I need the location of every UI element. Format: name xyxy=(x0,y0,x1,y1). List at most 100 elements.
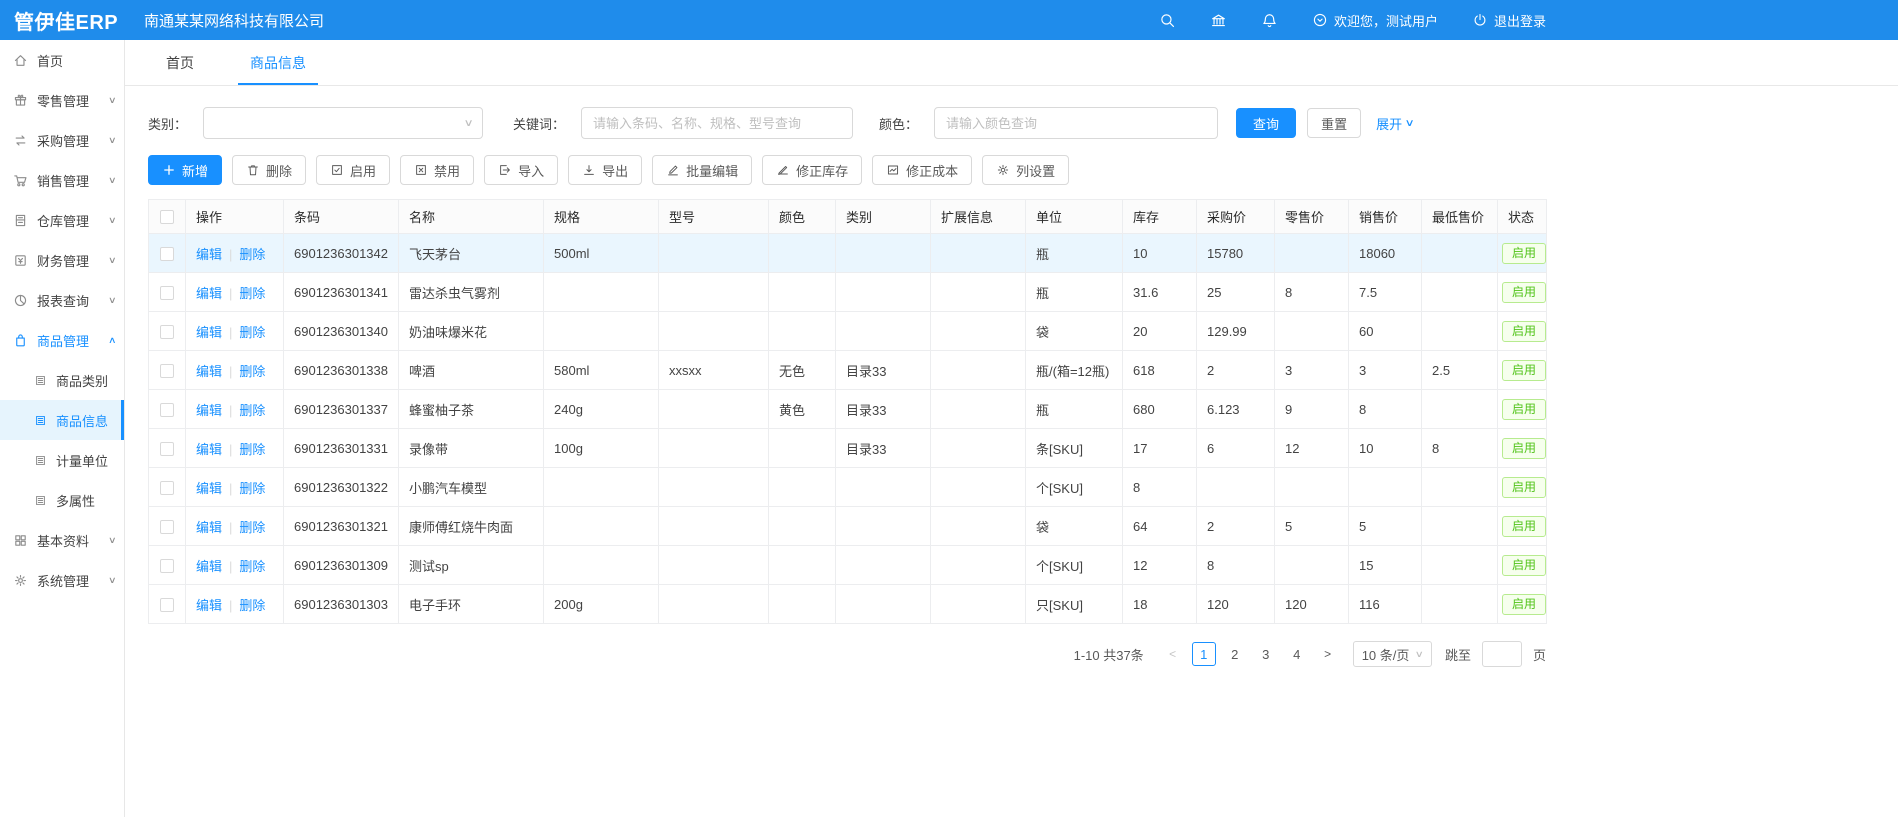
search-button[interactable]: 查询 xyxy=(1236,108,1296,138)
row-checkbox[interactable] xyxy=(160,481,174,495)
expand-link[interactable]: 展开 ∨ xyxy=(1376,114,1413,133)
edit-link[interactable]: 编辑 xyxy=(196,247,222,262)
user-menu[interactable]: 欢迎您，测试用户 xyxy=(1312,11,1438,30)
sidebar-item-label: 报表查询 xyxy=(37,291,89,310)
cell-unit: 瓶 xyxy=(1026,234,1123,273)
delete-link[interactable]: 删除 xyxy=(239,598,265,613)
delete-link[interactable]: 删除 xyxy=(239,442,265,457)
page-button-4[interactable]: 4 xyxy=(1285,642,1309,666)
delete-link[interactable]: 删除 xyxy=(239,520,265,535)
edit-link[interactable]: 编辑 xyxy=(196,364,222,379)
delete-link[interactable]: 删除 xyxy=(239,559,265,574)
category-select[interactable]: ∨ xyxy=(203,107,483,139)
sidebar-item-report[interactable]: 报表查询∨ xyxy=(0,280,124,320)
sidebar-item-label: 基本资料 xyxy=(37,531,89,550)
row-select-cell xyxy=(149,507,186,546)
sidebar-item-system[interactable]: 系统管理∨ xyxy=(0,560,124,600)
disable-button[interactable]: 禁用 xyxy=(400,155,474,185)
batch-edit-button[interactable]: 批量编辑 xyxy=(652,155,752,185)
edit-link[interactable]: 编辑 xyxy=(196,403,222,418)
delete-link[interactable]: 删除 xyxy=(239,403,265,418)
search-icon[interactable] xyxy=(1159,12,1176,29)
edit-link[interactable]: 编辑 xyxy=(196,598,222,613)
sidebar-item-label: 多属性 xyxy=(56,491,95,510)
edit-link[interactable]: 编辑 xyxy=(196,559,222,574)
basic-icon xyxy=(13,533,28,548)
delete-link[interactable]: 删除 xyxy=(239,286,265,301)
sidebar-item-basic-data[interactable]: 基本资料∨ xyxy=(0,520,124,560)
delete-link[interactable]: 删除 xyxy=(239,364,265,379)
edit-link[interactable]: 编辑 xyxy=(196,325,222,340)
cell-retail xyxy=(1275,234,1349,273)
sidebar-item-label: 计量单位 xyxy=(56,451,108,470)
delete-link[interactable]: 删除 xyxy=(239,247,265,262)
sidebar-item-product-info[interactable]: 商品信息 xyxy=(0,400,124,440)
button-label: 导入 xyxy=(518,161,544,180)
table-row: 编辑|删除6901236301340奶油味爆米花袋20129.9960启用 xyxy=(149,312,1547,351)
sidebar-item-unit[interactable]: 计量单位 xyxy=(0,440,124,480)
color-input[interactable] xyxy=(934,107,1218,139)
export-button[interactable]: 导出 xyxy=(568,155,642,185)
page-button-3[interactable]: 3 xyxy=(1254,642,1278,666)
fix-cost-button[interactable]: 修正成本 xyxy=(872,155,972,185)
next-page-button[interactable]: > xyxy=(1316,642,1340,666)
sidebar-item-product-category[interactable]: 商品类别 xyxy=(0,360,124,400)
sidebar-item-attributes[interactable]: 多属性 xyxy=(0,480,124,520)
delete-button[interactable]: 删除 xyxy=(232,155,306,185)
page-button-2[interactable]: 2 xyxy=(1223,642,1247,666)
cell-unit: 条[SKU] xyxy=(1026,429,1123,468)
row-actions: 编辑|删除 xyxy=(186,429,284,468)
delete-link[interactable]: 删除 xyxy=(239,325,265,340)
row-checkbox[interactable] xyxy=(160,286,174,300)
edit-link[interactable]: 编辑 xyxy=(196,520,222,535)
reset-button[interactable]: 重置 xyxy=(1307,108,1361,138)
button-label: 删除 xyxy=(266,161,292,180)
bank-icon[interactable] xyxy=(1210,12,1227,29)
cell-model xyxy=(659,312,769,351)
select-all-checkbox[interactable] xyxy=(160,210,174,224)
cell-ext xyxy=(931,351,1026,390)
enable-button[interactable]: 启用 xyxy=(316,155,390,185)
cell-spec: 100g xyxy=(544,429,659,468)
row-checkbox[interactable] xyxy=(160,403,174,417)
row-checkbox[interactable] xyxy=(160,442,174,456)
cell-color xyxy=(769,585,836,624)
column-header: 颜色 xyxy=(769,200,836,234)
edit-link[interactable]: 编辑 xyxy=(196,286,222,301)
sidebar-item-home[interactable]: 首页 xyxy=(0,40,124,80)
tab-label: 商品信息 xyxy=(250,53,306,73)
sidebar-item-product[interactable]: 商品管理∧ xyxy=(0,320,124,360)
table-row: 编辑|删除6901236301342飞天茅台500ml瓶101578018060… xyxy=(149,234,1547,273)
edit-link[interactable]: 编辑 xyxy=(196,481,222,496)
sidebar-item-retail[interactable]: 零售管理∨ xyxy=(0,80,124,120)
delete-link[interactable]: 删除 xyxy=(239,481,265,496)
fix-stock-button[interactable]: 修正库存 xyxy=(762,155,862,185)
page-button-1[interactable]: 1 xyxy=(1192,642,1216,666)
row-checkbox[interactable] xyxy=(160,247,174,261)
row-checkbox[interactable] xyxy=(160,325,174,339)
row-checkbox[interactable] xyxy=(160,520,174,534)
sidebar-item-warehouse[interactable]: 仓库管理∨ xyxy=(0,200,124,240)
logout-button[interactable]: 退出登录 xyxy=(1472,11,1546,30)
tab-product-info[interactable]: 商品信息 xyxy=(244,40,312,85)
page-size-select[interactable]: 10 条/页 ∨ xyxy=(1353,641,1432,667)
sidebar-item-finance[interactable]: 财务管理∨ xyxy=(0,240,124,280)
bell-icon[interactable] xyxy=(1261,12,1278,29)
import-button[interactable]: 导入 xyxy=(484,155,558,185)
row-checkbox[interactable] xyxy=(160,364,174,378)
sidebar-item-purchase[interactable]: 采购管理∨ xyxy=(0,120,124,160)
row-checkbox[interactable] xyxy=(160,559,174,573)
tab-home[interactable]: 首页 xyxy=(160,40,200,85)
cell-stock: 12 xyxy=(1123,546,1197,585)
cell-unit: 袋 xyxy=(1026,312,1123,351)
jump-page-input[interactable] xyxy=(1482,641,1522,667)
keyword-input[interactable] xyxy=(581,107,853,139)
edit-link[interactable]: 编辑 xyxy=(196,442,222,457)
column-set-button[interactable]: 列设置 xyxy=(982,155,1069,185)
row-checkbox[interactable] xyxy=(160,598,174,612)
cell-barcode: 6901236301340 xyxy=(284,312,399,351)
prev-page-button[interactable]: < xyxy=(1161,642,1185,666)
sidebar-item-sales[interactable]: 销售管理∨ xyxy=(0,160,124,200)
add-button[interactable]: 新增 xyxy=(148,155,222,185)
status-badge: 启用 xyxy=(1502,360,1546,381)
